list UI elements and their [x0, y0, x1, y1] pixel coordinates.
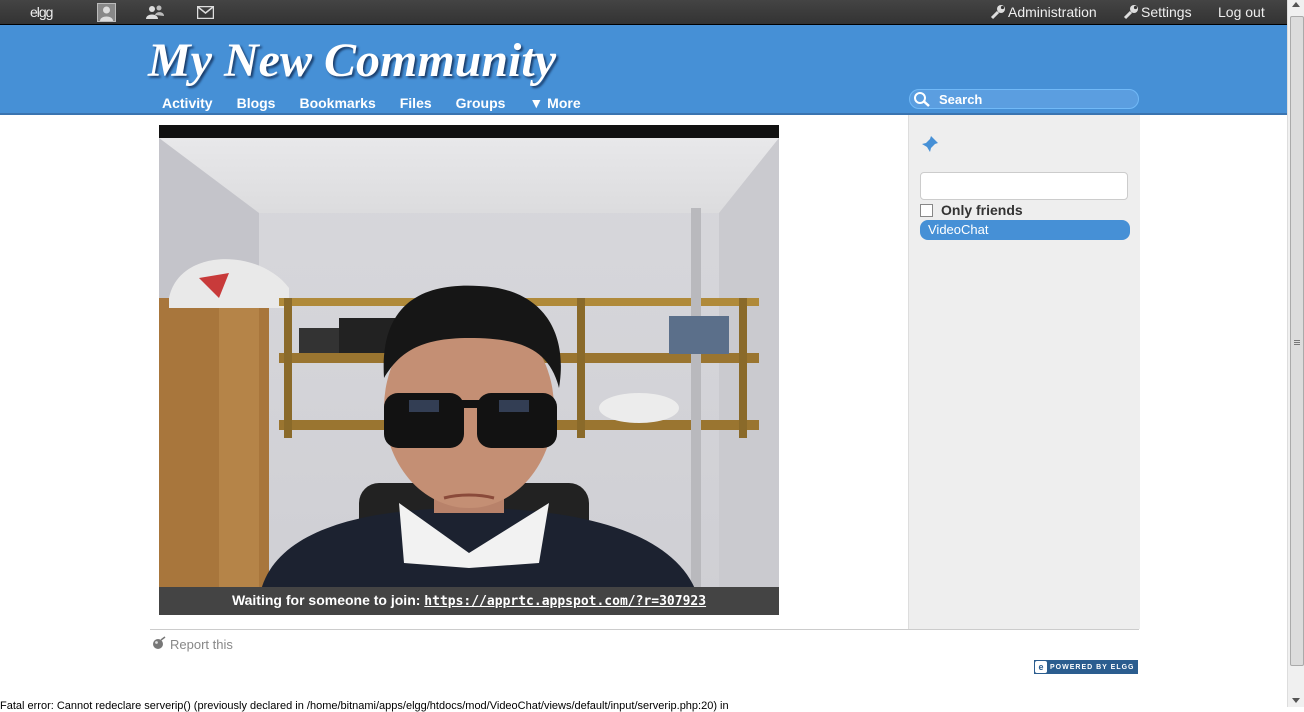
sidebar-item-videochat[interactable]: VideoChat — [920, 220, 1130, 240]
friends-icon[interactable] — [145, 0, 165, 24]
only-friends-label: Only friends — [941, 202, 1023, 218]
wrench-icon — [1123, 5, 1138, 20]
nav-item-more[interactable]: ▼ More — [517, 95, 592, 113]
profile-icon[interactable] — [97, 0, 116, 24]
report-icon — [151, 636, 167, 653]
grip-icon — [1294, 340, 1300, 341]
footer-divider — [150, 629, 1139, 630]
nav-item-bookmarks[interactable]: Bookmarks — [287, 95, 387, 113]
webcam-video[interactable] — [159, 138, 779, 600]
powered-by-text: POWERED BY ELGG — [1050, 663, 1135, 671]
sidebar: Only friends VideoChat — [908, 115, 1140, 629]
sidebar-text-input[interactable] — [920, 172, 1128, 200]
site-name[interactable]: My New Community — [148, 33, 556, 88]
more-label: More — [547, 95, 581, 111]
report-label: Report this — [170, 637, 233, 652]
topbar: elgg Administration Settings Log out — [0, 0, 1287, 25]
administration-label: Administration — [1008, 4, 1097, 20]
fatal-error-text: Fatal error: Cannot redeclare serverip()… — [0, 700, 729, 712]
mail-icon[interactable] — [197, 0, 214, 24]
logout-link[interactable]: Log out — [1218, 0, 1265, 24]
caret-down-icon: ▼ — [529, 95, 544, 111]
nav-item-groups[interactable]: Groups — [444, 95, 518, 113]
main-nav: Activity Blogs Bookmarks Files Groups ▼ … — [150, 95, 593, 113]
vertical-scrollbar[interactable] — [1287, 0, 1304, 707]
administration-link[interactable]: Administration — [990, 0, 1097, 24]
nav-item-activity[interactable]: Activity — [150, 95, 225, 113]
site-header: My New Community Activity Blogs Bookmark… — [0, 25, 1287, 115]
search-icon — [913, 91, 931, 107]
settings-label: Settings — [1141, 4, 1192, 20]
only-friends-checkbox[interactable] — [920, 203, 933, 217]
wrench-icon — [990, 5, 1005, 20]
powered-by-elgg-badge[interactable]: e POWERED BY ELGG — [1034, 660, 1138, 674]
video-status-bar: Waiting for someone to join: https://app… — [159, 587, 779, 615]
scroll-up-arrow-icon[interactable] — [1292, 2, 1300, 7]
elgg-e-icon: e — [1035, 661, 1047, 673]
only-friends-row: Only friends — [920, 202, 1023, 218]
settings-link[interactable]: Settings — [1123, 0, 1192, 24]
search-input[interactable] — [937, 90, 1131, 108]
waiting-text: Waiting for someone to join: — [231, 592, 421, 608]
pin-icon[interactable] — [921, 135, 939, 158]
nav-item-files[interactable]: Files — [388, 95, 444, 113]
report-this-link[interactable]: Report this — [151, 636, 233, 653]
elgg-logo[interactable]: elgg — [30, 0, 53, 24]
search-box[interactable] — [909, 89, 1139, 109]
nav-item-blogs[interactable]: Blogs — [225, 95, 288, 113]
room-link[interactable]: https://apprtc.appspot.com/?r=307923 — [424, 594, 706, 609]
scroll-down-arrow-icon[interactable] — [1292, 698, 1300, 703]
video-frame: Waiting for someone to join: https://app… — [159, 125, 779, 615]
scroll-thumb[interactable] — [1290, 16, 1304, 666]
